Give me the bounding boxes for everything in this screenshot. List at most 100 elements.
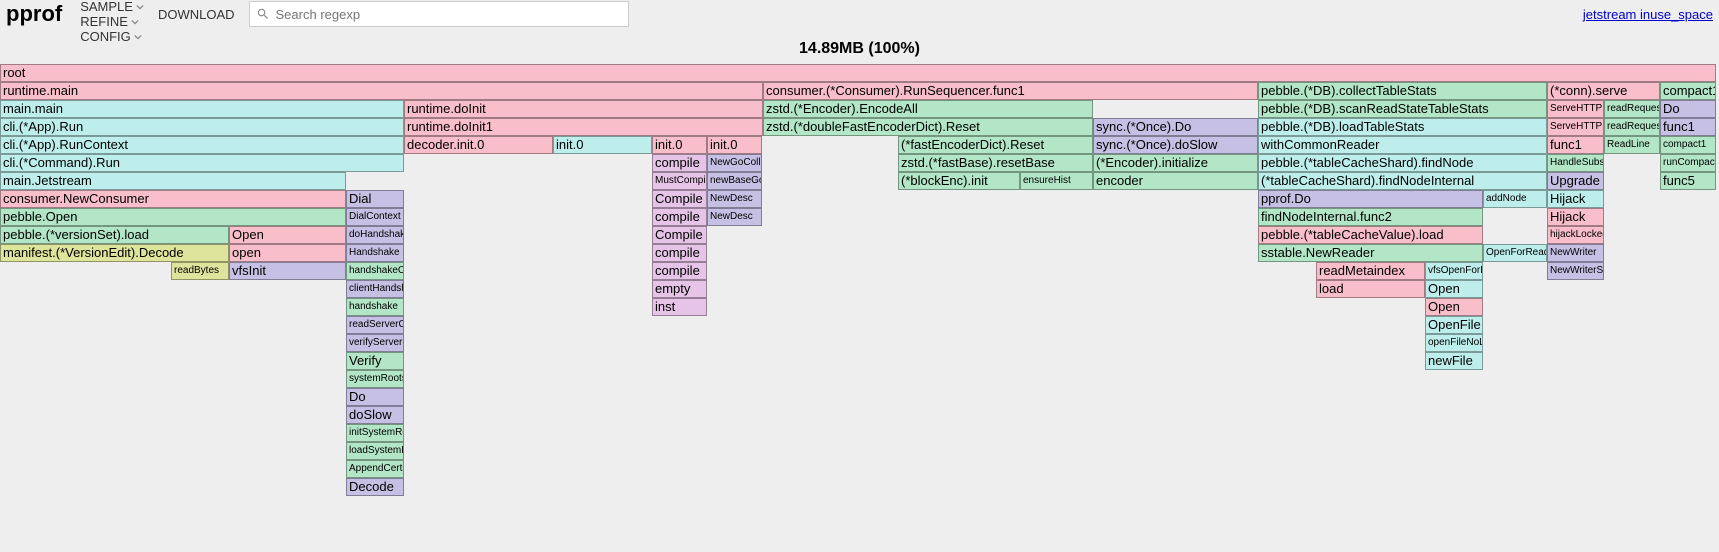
flame-bar[interactable]: hijackLocked bbox=[1547, 226, 1604, 244]
flame-bar[interactable]: verifyServerCertificate bbox=[346, 334, 404, 352]
flame-bar[interactable]: NewDesc bbox=[707, 208, 762, 226]
flame-bar[interactable]: zstd.(*doubleFastEncoderDict).Reset bbox=[763, 118, 1093, 136]
flame-bar[interactable]: NewWriter bbox=[1547, 244, 1604, 262]
flame-bar[interactable]: (*conn).serve bbox=[1547, 82, 1660, 100]
flame-bar[interactable]: Open bbox=[229, 226, 346, 244]
flame-bar[interactable]: Do bbox=[1660, 100, 1716, 118]
flame-bar[interactable]: zstd.(*fastBase).resetBase bbox=[898, 154, 1093, 172]
flame-bar[interactable]: open bbox=[229, 244, 346, 262]
flame-bar[interactable]: runtime.doInit bbox=[404, 100, 763, 118]
flame-bar[interactable]: Hijack bbox=[1547, 190, 1604, 208]
flame-bar[interactable]: NewGoCollector bbox=[707, 154, 762, 172]
flame-bar[interactable]: HandleSubscribe bbox=[1547, 154, 1604, 172]
flame-bar[interactable]: AppendCertsFromPEM bbox=[346, 460, 404, 478]
flame-bar[interactable]: DialContext bbox=[346, 208, 404, 226]
flame-bar[interactable]: compile bbox=[652, 244, 707, 262]
menu-config[interactable]: CONFIG bbox=[80, 29, 144, 44]
flame-bar[interactable]: compact1 bbox=[1660, 82, 1716, 100]
flame-bar[interactable]: doSlow bbox=[346, 406, 404, 424]
flame-bar[interactable]: readRequest bbox=[1604, 100, 1660, 118]
flame-bar[interactable]: cli.(*App).RunContext bbox=[0, 136, 404, 154]
flame-bar[interactable]: func1 bbox=[1660, 118, 1716, 136]
flame-bar[interactable]: pebble.(*tableCacheShard).findNode bbox=[1258, 154, 1547, 172]
flame-bar[interactable]: readBytes bbox=[171, 262, 229, 280]
flame-bar[interactable]: zstd.(*Encoder).EncodeAll bbox=[763, 100, 1093, 118]
flame-bar[interactable]: readMetaindex bbox=[1316, 262, 1425, 280]
flame-bar[interactable]: clientHandshake bbox=[346, 280, 404, 298]
flame-bar[interactable]: compact1 bbox=[1660, 136, 1716, 154]
flame-bar[interactable]: main.Jetstream bbox=[0, 172, 346, 190]
flame-bar[interactable]: consumer.(*Consumer).RunSequencer.func1 bbox=[763, 82, 1258, 100]
flame-bar[interactable]: init.0 bbox=[707, 136, 762, 154]
flame-bar[interactable]: init.0 bbox=[553, 136, 652, 154]
flame-bar[interactable]: main.main bbox=[0, 100, 404, 118]
download-link[interactable]: DOWNLOAD bbox=[158, 7, 235, 22]
flame-bar[interactable]: root bbox=[0, 64, 1716, 82]
flame-bar[interactable]: NewDesc bbox=[707, 190, 762, 208]
flame-bar[interactable]: ReadLine bbox=[1604, 136, 1660, 154]
flame-bar[interactable]: encoder bbox=[1093, 172, 1258, 190]
flame-bar[interactable]: Dial bbox=[346, 190, 404, 208]
flame-bar[interactable]: NewWriterSize bbox=[1547, 262, 1604, 280]
flame-bar[interactable]: cli.(*App).Run bbox=[0, 118, 404, 136]
flame-bar[interactable]: ServeHTTP bbox=[1547, 100, 1604, 118]
profile-link[interactable]: jetstream inuse_space bbox=[1583, 7, 1713, 22]
flame-bar[interactable]: loadSystemRoots bbox=[346, 442, 404, 460]
flame-bar[interactable]: func1 bbox=[1547, 136, 1604, 154]
search-box[interactable] bbox=[249, 1, 629, 27]
flame-bar[interactable]: ensureHist bbox=[1020, 172, 1093, 190]
flame-bar[interactable]: addNode bbox=[1483, 190, 1547, 208]
flame-bar[interactable]: pebble.(*versionSet).load bbox=[0, 226, 229, 244]
flame-bar[interactable]: Do bbox=[346, 388, 404, 406]
flame-bar[interactable]: (*tableCacheShard).findNodeInternal bbox=[1258, 172, 1547, 190]
flame-bar[interactable]: (*fastEncoderDict).Reset bbox=[898, 136, 1093, 154]
flame-bar[interactable]: handshakeContext bbox=[346, 262, 404, 280]
flame-bar[interactable]: runtime.main bbox=[0, 82, 763, 100]
flame-bar[interactable]: compile bbox=[652, 154, 707, 172]
flame-bar[interactable]: inst bbox=[652, 298, 707, 316]
flame-bar[interactable]: OpenForReading bbox=[1483, 244, 1547, 262]
flame-bar[interactable]: pebble.(*DB).collectTableStats bbox=[1258, 82, 1547, 100]
flame-bar[interactable]: cli.(*Command).Run bbox=[0, 154, 404, 172]
flame-bar[interactable]: runCompactions bbox=[1660, 154, 1716, 172]
flame-bar[interactable]: systemRootsPool bbox=[346, 370, 404, 388]
flame-bar[interactable]: pebble.Open bbox=[0, 208, 346, 226]
flame-bar[interactable]: consumer.NewConsumer bbox=[0, 190, 346, 208]
flame-bar[interactable]: pebble.(*DB).loadTableStats bbox=[1258, 118, 1547, 136]
flame-bar[interactable]: Compile bbox=[652, 226, 707, 244]
flame-bar[interactable]: OpenFile bbox=[1425, 316, 1483, 334]
flame-bar[interactable]: (*Encoder).initialize bbox=[1093, 154, 1258, 172]
flame-bar[interactable]: Decode bbox=[346, 478, 404, 496]
flame-bar[interactable]: pebble.(*DB).scanReadStateTableStats bbox=[1258, 100, 1547, 118]
flame-bar[interactable]: runtime.doInit1 bbox=[404, 118, 763, 136]
flame-bar[interactable]: readRequest bbox=[1604, 118, 1660, 136]
flame-bar[interactable]: vfsOpenForReading bbox=[1425, 262, 1483, 280]
flame-bar[interactable]: sync.(*Once).doSlow bbox=[1093, 136, 1258, 154]
flame-bar[interactable]: Compile bbox=[652, 190, 707, 208]
flame-bar[interactable]: doHandshake bbox=[346, 226, 404, 244]
flame-bar[interactable]: handshake bbox=[346, 298, 404, 316]
flame-bar[interactable]: pprof.Do bbox=[1258, 190, 1483, 208]
flame-bar[interactable]: Verify bbox=[346, 352, 404, 370]
flame-bar[interactable]: init.0 bbox=[652, 136, 707, 154]
flame-bar[interactable]: (*blockEnc).init bbox=[898, 172, 1020, 190]
flame-bar[interactable]: load bbox=[1316, 280, 1425, 298]
flame-bar[interactable]: decoder.init.0 bbox=[404, 136, 553, 154]
flame-bar[interactable]: openFileNoLog bbox=[1425, 334, 1483, 352]
flame-bar[interactable]: newBaseGoCollector bbox=[707, 172, 762, 190]
flame-bar[interactable]: Handshake bbox=[346, 244, 404, 262]
flame-bar[interactable]: sync.(*Once).Do bbox=[1093, 118, 1258, 136]
search-input[interactable] bbox=[276, 7, 628, 22]
menu-refine[interactable]: REFINE bbox=[80, 14, 144, 29]
flame-bar[interactable]: Upgrade bbox=[1547, 172, 1604, 190]
flame-bar[interactable]: MustCompile bbox=[652, 172, 707, 190]
flame-bar[interactable]: newFile bbox=[1425, 352, 1483, 370]
flame-bar[interactable]: manifest.(*VersionEdit).Decode bbox=[0, 244, 229, 262]
flame-bar[interactable]: empty bbox=[652, 280, 707, 298]
flamegraph[interactable]: rootruntime.mainconsumer.(*Consumer).Run… bbox=[0, 64, 1719, 496]
flame-bar[interactable]: sstable.NewReader bbox=[1258, 244, 1483, 262]
flame-bar[interactable]: withCommonReader bbox=[1258, 136, 1547, 154]
flame-bar[interactable]: compile bbox=[652, 208, 707, 226]
flame-bar[interactable]: findNodeInternal.func2 bbox=[1258, 208, 1483, 226]
flame-bar[interactable]: vfsInit bbox=[229, 262, 346, 280]
